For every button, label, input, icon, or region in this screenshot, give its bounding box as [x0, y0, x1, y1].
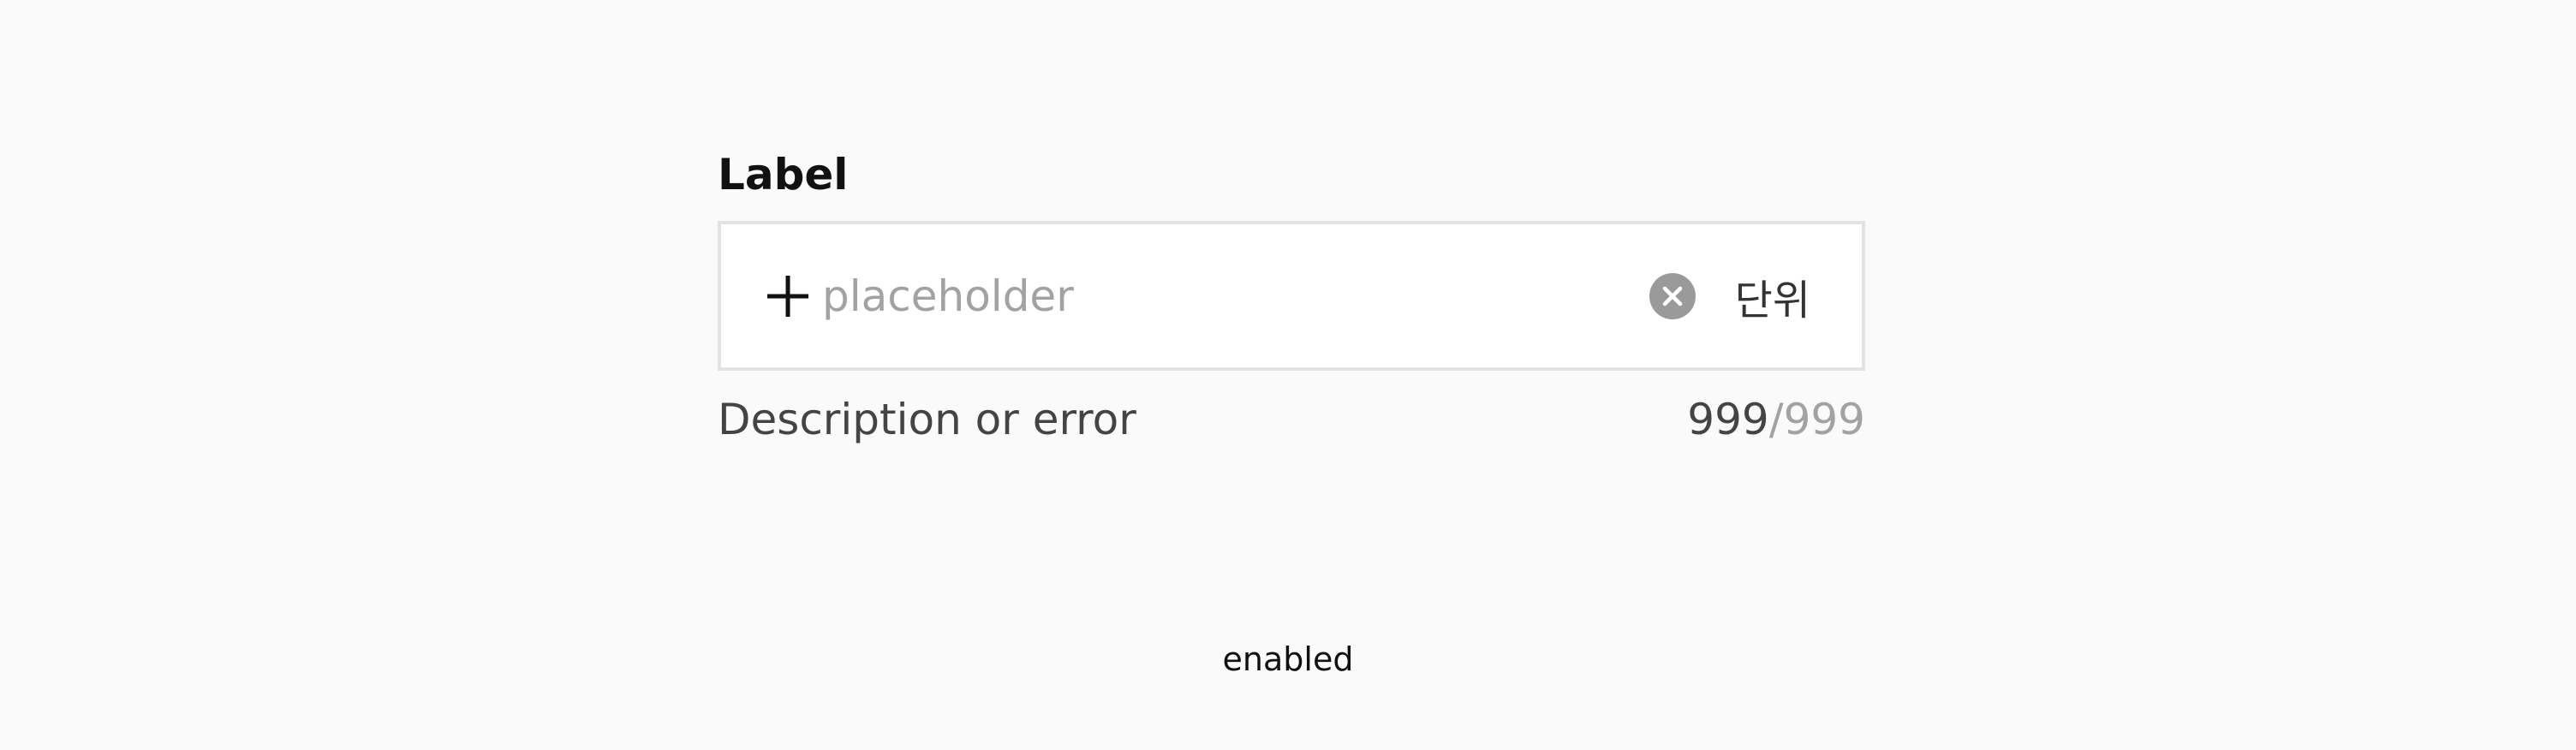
counter-current: 999 [1687, 395, 1769, 444]
stage: Label 단위 Description or error 999/999 e [0, 0, 2576, 750]
helper-row: Description or error 999/999 [718, 390, 1865, 449]
counter-separator: / [1768, 395, 1784, 444]
clear-button[interactable] [1649, 272, 1696, 319]
state-caption: enabled [1222, 640, 1354, 678]
field-label: Label [718, 150, 849, 199]
counter-max: 999 [1783, 395, 1865, 444]
clear-icon [1662, 286, 1682, 306]
plus-icon[interactable] [764, 272, 812, 320]
unit-label: 단위 [1734, 276, 1810, 324]
character-counter: 999/999 [1687, 395, 1865, 444]
description-text: Description or error [718, 395, 1136, 444]
text-input[interactable] [822, 261, 1649, 330]
text-field: Label 단위 Description or error 999/999 [718, 147, 1865, 449]
input-container[interactable]: 단위 [718, 221, 1865, 371]
